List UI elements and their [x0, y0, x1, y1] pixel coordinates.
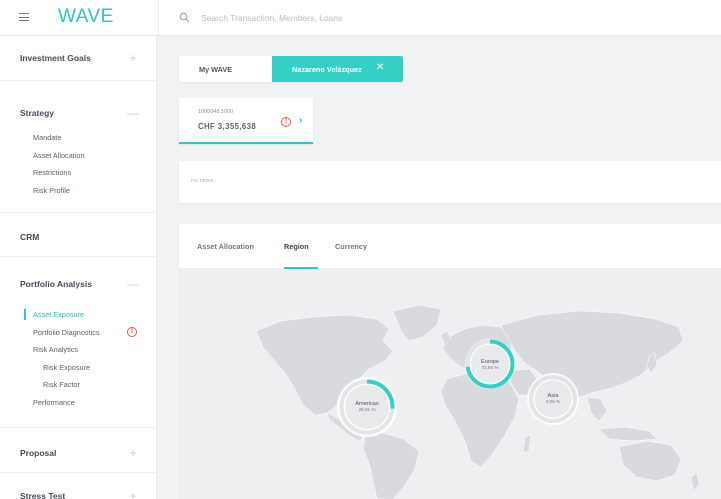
panel-tabs: Asset Allocation Region Currency	[179, 224, 721, 269]
exposure-panel: Asset Allocation Region Currency Europe …	[179, 224, 721, 499]
active-indicator	[24, 309, 26, 320]
madagascar-shape	[522, 434, 532, 454]
warning-icon: !	[127, 326, 137, 337]
sidebar-section-stress-test: Stress Test +	[0, 473, 156, 499]
tab-label: My WAVE	[199, 65, 233, 74]
sidebar-subitem-mandate[interactable]: Mandate	[0, 129, 156, 147]
sidebar-section-strategy: Strategy — Mandate Asset Allocation Rest…	[0, 81, 156, 213]
tab-region[interactable]: Region	[284, 242, 309, 251]
sidebar-subitem-risk-exposure[interactable]: Risk Exposure	[0, 359, 156, 377]
search-input[interactable]	[201, 9, 561, 27]
expand-icon[interactable]: +	[127, 447, 139, 459]
account-card[interactable]: 1000048.1000 CHF 3,355,638 ! ›	[179, 98, 313, 144]
sidebar-item-proposal[interactable]: Proposal +	[0, 428, 156, 472]
subitem-label: Asset Allocation	[33, 150, 85, 160]
asia-marker[interactable]: Asia 0.05 %	[527, 373, 579, 425]
sidebar-subitem-portfolio-diagnostics[interactable]: Portfolio Diagnostics !	[0, 324, 156, 342]
sidebar-section-investment-goals: Investment Goals +	[0, 36, 156, 81]
subitem-label: Performance	[33, 397, 75, 407]
sidebar-subitem-risk-analytics[interactable]: Risk Analytics	[0, 341, 156, 359]
search-icon[interactable]	[179, 12, 190, 23]
warning-icon: !	[281, 117, 291, 127]
southeast-asia-shape	[586, 396, 608, 422]
subitem-label: Portfolio Diagnostics	[33, 327, 100, 337]
collapse-icon[interactable]: —	[127, 107, 139, 119]
section-title: Investment Goals	[20, 53, 91, 63]
section-title: Strategy	[20, 108, 55, 118]
sidebar-item-portfolio-analysis[interactable]: Portfolio Analysis —	[0, 257, 156, 306]
expand-icon[interactable]: +	[127, 52, 139, 64]
hamburger-menu-icon[interactable]	[19, 13, 29, 21]
asia-value: 0.05 %	[546, 399, 560, 404]
sidebar-subitem-asset-allocation[interactable]: Asset Allocation	[0, 147, 156, 165]
sidebar-item-strategy[interactable]: Strategy —	[0, 81, 156, 129]
section-title: CRM	[20, 232, 40, 242]
tab-currency[interactable]: Currency	[335, 242, 367, 251]
filters-bar[interactable]: FILTERS:	[179, 161, 721, 203]
sidebar-section-portfolio-analysis: Portfolio Analysis — Asset Exposure Port…	[0, 257, 156, 428]
sidebar-item-investment-goals[interactable]: Investment Goals +	[0, 36, 156, 80]
subitem-label: Restrictions	[33, 168, 72, 177]
sidebar-subitem-restrictions[interactable]: Restrictions	[0, 164, 156, 182]
sidebar-section-crm: CRM	[0, 213, 156, 257]
sidebar-subitem-performance[interactable]: Performance	[0, 394, 156, 412]
europe-value: 72.94 %	[482, 365, 499, 370]
top-bar: WAVE	[0, 0, 721, 36]
sidebar-item-crm[interactable]: CRM	[0, 213, 156, 257]
africa-shape	[440, 372, 520, 468]
sidebar-subitem-risk-profile[interactable]: Risk Profile	[0, 182, 156, 200]
account-amount: CHF 3,355,638	[198, 122, 257, 131]
subitem-label: Risk Exposure	[43, 362, 91, 372]
search-bar	[158, 0, 721, 36]
subitem-label: Risk Analytics	[33, 345, 79, 354]
section-title: Portfolio Analysis	[20, 279, 92, 289]
close-icon[interactable]: ✕	[376, 63, 384, 73]
subitem-label: Risk Profile	[33, 185, 70, 195]
client-tabs: My WAVE Nazareno Velázquez ✕	[179, 56, 403, 82]
sidebar: Investment Goals + Strategy — Mandate As…	[0, 36, 157, 499]
americas-value: 26.01 %	[359, 407, 376, 412]
australia-shape	[618, 440, 682, 482]
sidebar-section-proposal: Proposal +	[0, 428, 156, 473]
subitem-label: Asset Exposure	[33, 310, 85, 319]
filters-label: FILTERS:	[191, 179, 216, 184]
chevron-right-icon[interactable]: ›	[299, 115, 302, 126]
app-logo[interactable]: WAVE	[58, 6, 114, 28]
sidebar-item-stress-test[interactable]: Stress Test +	[0, 473, 156, 499]
section-title: Stress Test	[20, 491, 66, 499]
section-title: Proposal	[20, 448, 57, 458]
new-zealand-shape	[690, 472, 700, 492]
south-america-shape	[362, 432, 420, 499]
subitem-label: Mandate	[33, 133, 62, 142]
account-id: 1000048.1000	[198, 109, 234, 115]
sidebar-subitem-risk-factor[interactable]: Risk Factor	[0, 376, 156, 394]
tab-asset-allocation[interactable]: Asset Allocation	[197, 242, 254, 251]
americas-marker[interactable]: Americas 26.01 %	[337, 377, 397, 437]
world-map-graphic: Europe 72.94 % Americas 26.01 % Asia 0.0…	[255, 304, 700, 499]
collapse-icon[interactable]: —	[127, 278, 139, 290]
tab-label: Nazareno Velázquez	[292, 65, 362, 74]
sidebar-subitem-asset-exposure[interactable]: Asset Exposure	[0, 306, 156, 324]
tab-my-wave[interactable]: My WAVE	[179, 56, 272, 82]
subitem-label: Risk Factor	[43, 380, 80, 389]
world-map: Europe 72.94 % Americas 26.01 % Asia 0.0…	[179, 269, 721, 499]
indonesia-shape	[598, 426, 658, 442]
greenland-shape	[392, 304, 442, 342]
expand-icon[interactable]: +	[127, 490, 139, 499]
tab-client[interactable]: Nazareno Velázquez ✕	[272, 56, 403, 82]
europe-marker[interactable]: Europe 72.94 %	[465, 339, 515, 389]
